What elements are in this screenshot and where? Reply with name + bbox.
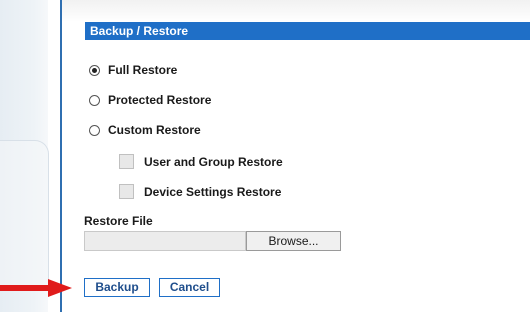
backup-button[interactable]: Backup <box>84 278 150 297</box>
full-restore-option[interactable]: Full Restore <box>89 63 177 77</box>
cancel-button[interactable]: Cancel <box>159 278 220 297</box>
left-navigation-panel <box>0 0 49 312</box>
top-shade <box>62 0 530 22</box>
device-settings-restore-option[interactable]: Device Settings Restore <box>119 184 281 199</box>
red-arrow-annotation <box>0 279 72 297</box>
custom-restore-option[interactable]: Custom Restore <box>89 123 201 137</box>
user-group-restore-checkbox[interactable] <box>119 154 134 169</box>
device-settings-restore-checkbox[interactable] <box>119 184 134 199</box>
protected-restore-option[interactable]: Protected Restore <box>89 93 211 107</box>
restore-file-label: Restore File <box>84 214 153 228</box>
device-settings-restore-label: Device Settings Restore <box>144 184 282 199</box>
full-restore-radio[interactable] <box>89 64 100 76</box>
content-divider <box>60 0 62 312</box>
custom-restore-radio[interactable] <box>89 124 100 136</box>
custom-restore-label: Custom Restore <box>108 123 201 137</box>
left-nav-tab[interactable] <box>0 140 49 291</box>
browse-button[interactable]: Browse... <box>246 231 341 251</box>
user-group-restore-option[interactable]: User and Group Restore <box>119 154 283 169</box>
user-group-restore-label: User and Group Restore <box>144 154 283 169</box>
full-restore-label: Full Restore <box>108 63 178 77</box>
section-header: Backup / Restore <box>85 22 530 40</box>
protected-restore-label: Protected Restore <box>108 93 212 107</box>
restore-file-input[interactable] <box>84 231 246 251</box>
protected-restore-radio[interactable] <box>89 94 100 106</box>
